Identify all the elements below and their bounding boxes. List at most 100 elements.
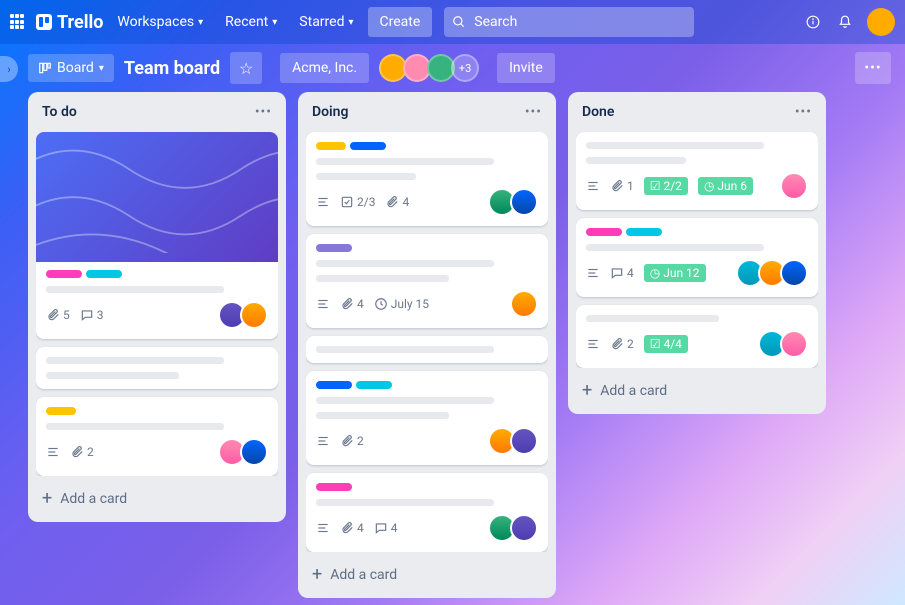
description-badge <box>316 297 330 311</box>
workspace-chip[interactable]: Acme, Inc. <box>280 53 369 83</box>
paperclip-icon <box>340 297 354 311</box>
card[interactable]: 4 July 15 <box>306 234 548 328</box>
align-left-icon <box>586 266 600 280</box>
align-left-icon <box>586 337 600 351</box>
paperclip-icon <box>610 179 624 193</box>
member-avatar[interactable] <box>780 330 808 358</box>
due-date-badge-complete: ◷ Jun 6 <box>698 177 753 195</box>
member-avatar[interactable] <box>240 301 268 329</box>
nav-starred[interactable]: Starred▾ <box>291 8 361 36</box>
card-text-placeholder <box>316 412 449 419</box>
nav-workspaces[interactable]: Workspaces▾ <box>109 8 211 36</box>
attachments-badge: 5 <box>46 308 70 322</box>
clock-icon <box>374 297 388 311</box>
comments-badge: 4 <box>374 521 398 535</box>
member-avatar[interactable] <box>780 172 808 200</box>
card[interactable]: 4 4 <box>306 473 548 552</box>
card-title-placeholder <box>316 397 494 404</box>
member-avatar[interactable] <box>510 188 538 216</box>
card-text-placeholder <box>586 157 686 164</box>
comment-icon <box>374 521 388 535</box>
card[interactable]: 4 ◷ Jun 12 <box>576 218 818 297</box>
list-done: Done••• 1 ☑ 2/2 ◷ Jun 6 4 ◷ Ju <box>568 92 826 414</box>
board-title[interactable]: Team board <box>124 58 220 79</box>
member-avatar[interactable] <box>780 259 808 287</box>
invite-button[interactable]: Invite <box>497 53 555 83</box>
logo[interactable]: Trello <box>36 12 103 33</box>
due-date-badge: July 15 <box>374 297 429 311</box>
comments-badge: 3 <box>80 308 104 322</box>
create-button[interactable]: Create <box>368 7 433 37</box>
board-menu-button[interactable]: ••• <box>855 52 891 84</box>
paperclip-icon <box>340 521 354 535</box>
board-members[interactable]: +3 <box>383 54 479 82</box>
card-title-placeholder <box>46 357 224 364</box>
card-title-placeholder <box>586 244 764 251</box>
list-todo: To do ••• 5 3 2 <box>28 92 286 522</box>
member-avatar[interactable] <box>510 514 538 542</box>
align-left-icon <box>316 521 330 535</box>
card[interactable]: 2 <box>306 371 548 465</box>
member-overflow[interactable]: +3 <box>451 54 479 82</box>
align-left-icon <box>316 297 330 311</box>
card-title-placeholder <box>46 286 224 293</box>
label-cyan <box>86 270 122 278</box>
comments-badge: 4 <box>610 266 634 280</box>
paperclip-icon <box>385 195 399 209</box>
label-cyan <box>356 381 392 389</box>
card[interactable]: 2 <box>36 397 278 476</box>
member-avatar[interactable] <box>510 290 538 318</box>
checklist-badge: 2/3 <box>340 195 375 209</box>
search-input[interactable] <box>444 7 694 37</box>
attachments-badge: 1 <box>610 179 634 193</box>
paperclip-icon <box>340 434 354 448</box>
list-menu-button[interactable]: ••• <box>525 104 542 120</box>
apps-icon[interactable] <box>10 14 26 30</box>
info-icon[interactable] <box>803 12 823 32</box>
card-cover <box>36 132 278 262</box>
list-menu-button[interactable]: ••• <box>795 104 812 120</box>
nav-recent[interactable]: Recent▾ <box>217 8 285 36</box>
card-title-placeholder <box>316 346 494 353</box>
card[interactable]: 5 3 <box>36 132 278 339</box>
label-yellow <box>46 407 76 415</box>
user-avatar[interactable] <box>867 8 895 36</box>
list-title[interactable]: Done <box>582 104 614 120</box>
plus-icon: + <box>582 382 592 400</box>
add-card-button[interactable]: +Add a card <box>306 560 548 590</box>
board-view-switcher[interactable]: Board▾ <box>28 54 114 82</box>
list-title[interactable]: To do <box>42 104 77 120</box>
label-pink <box>586 228 622 236</box>
app-name: Trello <box>57 12 103 33</box>
chevron-down-icon: ▾ <box>198 17 203 28</box>
member-avatar[interactable] <box>510 427 538 455</box>
list-title[interactable]: Doing <box>312 104 348 120</box>
card[interactable]: 1 ☑ 2/2 ◷ Jun 6 <box>576 132 818 210</box>
card-title-placeholder <box>586 315 719 322</box>
card[interactable] <box>306 336 548 363</box>
list-menu-button[interactable]: ••• <box>255 104 272 120</box>
card[interactable]: 2 ☑ 4/4 <box>576 305 818 368</box>
attachments-badge: 2 <box>610 337 634 351</box>
label-blue <box>316 381 352 389</box>
star-button[interactable]: ☆ <box>230 52 262 84</box>
member-avatar[interactable] <box>240 438 268 466</box>
list-doing: Doing ••• 2/3 4 4 July 15 <box>298 92 556 598</box>
bell-icon[interactable] <box>835 12 855 32</box>
add-card-button[interactable]: +Add a card <box>576 376 818 406</box>
attachments-badge: 2 <box>70 445 94 459</box>
add-card-button[interactable]: +Add a card <box>36 484 278 514</box>
card-text-placeholder <box>46 372 179 379</box>
search-icon <box>452 14 466 33</box>
paperclip-icon <box>46 308 60 322</box>
label-purple <box>316 244 352 252</box>
label-cyan <box>626 228 662 236</box>
card[interactable] <box>36 347 278 389</box>
checklist-badge-complete: ☑ 2/2 <box>644 177 688 195</box>
align-left-icon <box>316 434 330 448</box>
attachments-badge: 4 <box>340 521 364 535</box>
label-yellow <box>316 142 346 150</box>
paperclip-icon <box>610 337 624 351</box>
description-badge <box>586 266 600 280</box>
card[interactable]: 2/3 4 <box>306 132 548 226</box>
